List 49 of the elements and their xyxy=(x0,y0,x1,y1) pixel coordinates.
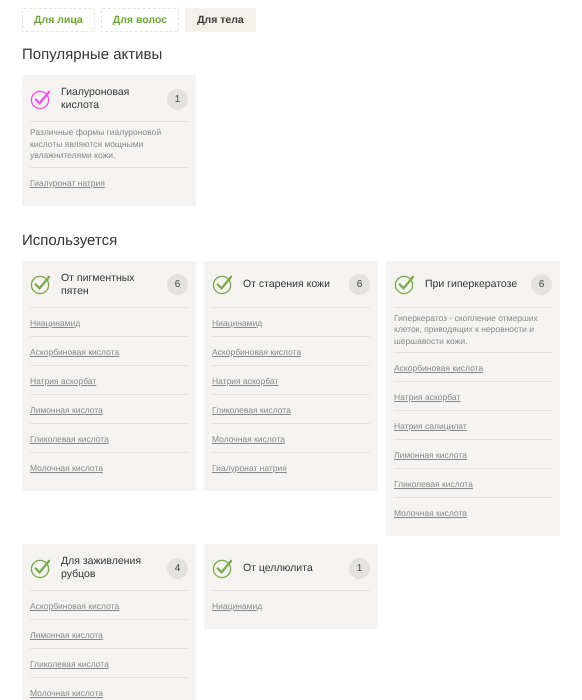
checkmark-icon xyxy=(212,274,233,295)
ingredient-link[interactable]: Ниацинамид xyxy=(212,601,262,611)
ingredient-link[interactable]: Натрия аскорбат xyxy=(394,392,460,402)
card-description: Гиперкератоз - скопление отмерших клеток, приводящих к неровности и шершавости кожи. xyxy=(394,306,552,352)
count-badge: 1 xyxy=(349,558,370,578)
checkmark-icon xyxy=(30,274,51,295)
tab[interactable]: Для тела xyxy=(185,8,256,32)
count-badge: 6 xyxy=(531,274,552,295)
checkmark-icon xyxy=(30,88,51,110)
card-title: Для заживления рубцов xyxy=(61,555,142,581)
count-badge: 4 xyxy=(167,558,188,578)
ingredient-link[interactable]: Молочная кислота xyxy=(212,434,285,444)
ingredient-link[interactable]: Лимонная кислота xyxy=(30,630,103,640)
ingredient-link[interactable]: Лимонная кислота xyxy=(394,450,467,460)
ingredient-link[interactable]: Гликолевая кислота xyxy=(394,479,473,489)
section-heading: Используется xyxy=(22,232,118,248)
card-title: Гиалуроновая кислота xyxy=(61,86,130,112)
ingredient-link[interactable]: Молочная кислота xyxy=(394,508,467,518)
tab[interactable]: Для лица xyxy=(22,8,95,32)
card-title: От пигментных пятен xyxy=(61,272,136,298)
ingredient-link[interactable]: Аскорбиновая кислота xyxy=(30,601,120,611)
count-badge: 1 xyxy=(167,88,188,110)
card-title: От старения кожи xyxy=(243,278,331,291)
ingredient-link[interactable]: Ниацинамид xyxy=(30,318,80,328)
checkmark-icon xyxy=(30,558,51,578)
ingredient-link[interactable]: Гиалуронат натрия xyxy=(30,178,105,188)
ingredient-link[interactable]: Аскорбиновая кислота xyxy=(212,346,302,356)
ingredient-link[interactable]: Ниацинамид xyxy=(212,318,262,328)
ingredient-link[interactable]: Молочная кислота xyxy=(30,462,103,472)
ingredient-link[interactable]: Аскорбиновая кислота xyxy=(30,346,120,356)
ingredient-link[interactable]: Гликолевая кислота xyxy=(30,434,109,444)
ingredient-link[interactable]: Гиалуронат натрия xyxy=(212,462,287,472)
ingredient-link[interactable]: Натрия аскорбат xyxy=(212,376,278,386)
section-heading: Популярные активы xyxy=(22,46,164,63)
ingredient-link[interactable]: Гликолевая кислота xyxy=(212,404,291,414)
tab[interactable]: Для волос xyxy=(100,8,180,32)
ingredient-link[interactable]: Натрия аскорбат xyxy=(30,376,96,386)
ingredient-link[interactable]: Гликолевая кислота xyxy=(30,659,109,669)
card-title: От целлюлита xyxy=(243,562,314,574)
card-title: При гиперкератозе xyxy=(425,278,518,291)
ingredient-link[interactable]: Натрия салицилат xyxy=(394,421,467,431)
count-badge: 6 xyxy=(167,274,188,295)
checkmark-icon xyxy=(394,274,415,295)
ingredient-link[interactable]: Лимонная кислота xyxy=(30,404,103,414)
ingredient-link[interactable]: Аскорбиновая кислота xyxy=(394,363,484,373)
ingredient-link[interactable]: Молочная кислота xyxy=(30,688,103,698)
card-description: Различные формы гиалуроновой кислоты являются мощными увлажнителями кожи. xyxy=(30,121,188,166)
checkmark-icon xyxy=(212,558,233,578)
count-badge: 6 xyxy=(349,274,370,295)
